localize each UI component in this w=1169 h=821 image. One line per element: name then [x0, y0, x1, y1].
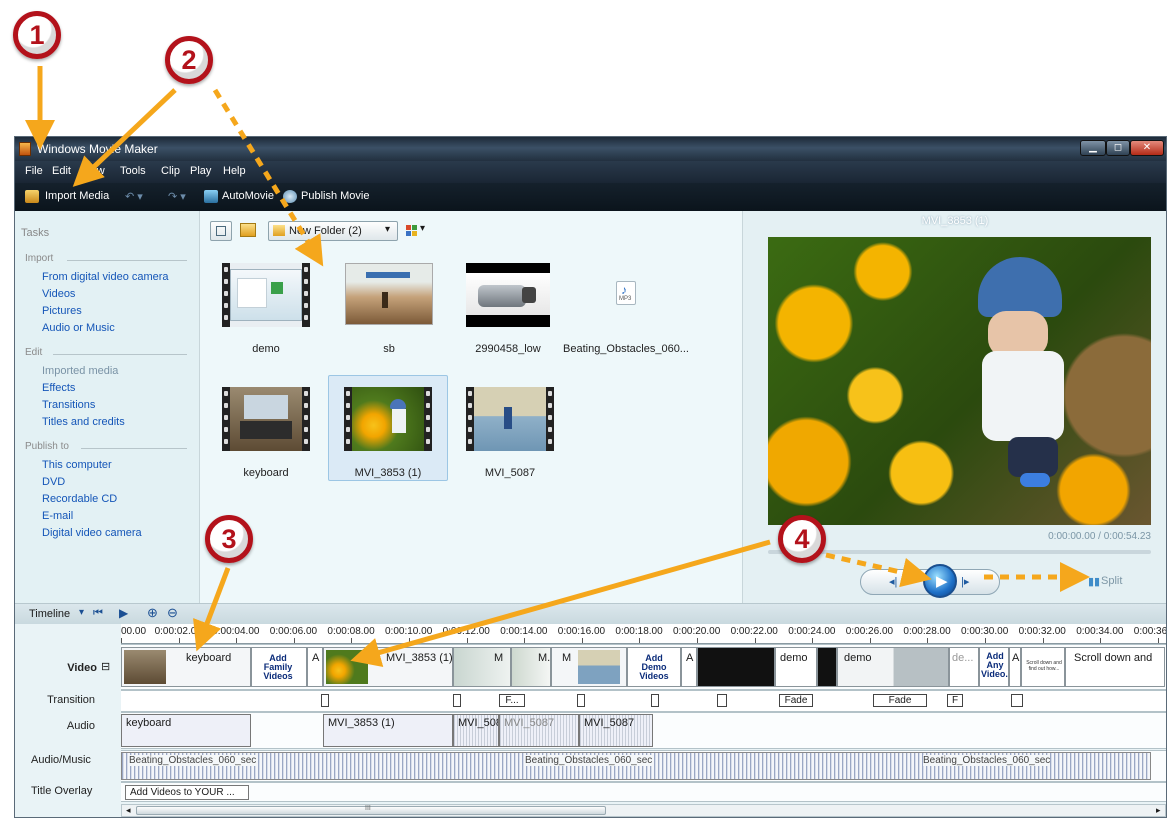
arrow-2-dashed [212, 88, 324, 267]
annotation-arrows [25, 66, 1090, 667]
annotation-badge-4: 4 [778, 515, 826, 563]
arrow-3 [193, 567, 231, 652]
annotation-badge-1: 1 [13, 11, 61, 59]
annotation-badge-3: 3 [205, 515, 253, 563]
arrow-4-solid [350, 539, 771, 667]
annotation-badge-2: 2 [165, 36, 213, 84]
arrow-2-solid [72, 88, 177, 187]
screenshot-stage: Windows Movie Maker ▁ ◻ ✕ File Edit View… [0, 0, 1169, 821]
arrow-4-to-play [825, 552, 932, 588]
